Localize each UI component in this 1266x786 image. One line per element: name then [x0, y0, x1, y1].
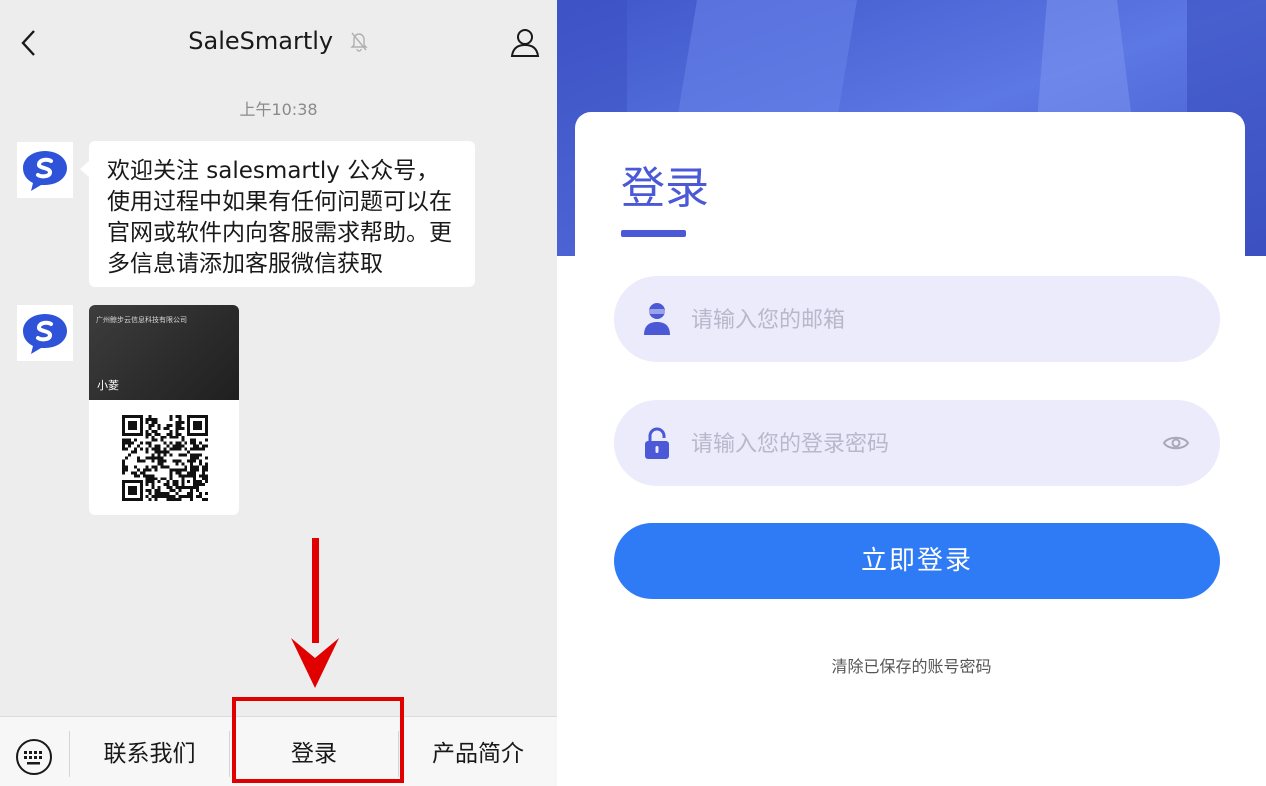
menu-product-intro[interactable]: 产品简介	[399, 726, 557, 782]
red-highlight-box	[232, 697, 404, 783]
contact-card-company: 广州鲸步云信息科技有限公司	[96, 316, 187, 324]
title-underline	[621, 230, 686, 237]
mute-bell-icon	[350, 32, 368, 52]
clear-saved-credentials-link[interactable]: 清除已保存的账号密码	[557, 653, 1266, 677]
salesmartly-logo-icon	[23, 314, 67, 354]
chat-title-bar: SaleSmartly	[0, 26, 557, 55]
login-submit-button[interactable]: 立即登录	[614, 523, 1220, 599]
wechat-chat-panel: SaleSmartly 上午10:38 欢迎关注 salesmartly 公众号…	[0, 0, 557, 786]
qr-code-icon	[122, 415, 208, 501]
official-account-avatar[interactable]	[17, 142, 73, 198]
keyboard-icon[interactable]	[14, 737, 54, 777]
official-account-avatar[interactable]	[17, 305, 73, 361]
menu-contact-us[interactable]: 联系我们	[70, 726, 229, 782]
chat-title: SaleSmartly	[188, 27, 334, 55]
profile-icon[interactable]	[509, 26, 541, 58]
password-field[interactable]	[614, 400, 1220, 486]
welcome-message-bubble: 欢迎关注 salesmartly 公众号，使用过程中如果有任何问题可以在官网或软…	[80, 141, 475, 287]
user-icon	[644, 303, 670, 335]
eye-icon[interactable]	[1162, 432, 1190, 454]
contact-card-header: 广州鲸步云信息科技有限公司 小菱	[89, 305, 239, 400]
contact-card-name: 小菱	[97, 379, 119, 392]
salesmartly-logo-icon	[23, 151, 67, 191]
email-field[interactable]	[614, 276, 1220, 362]
email-input[interactable]	[689, 296, 1153, 344]
contact-card-message[interactable]: 广州鲸步云信息科技有限公司 小菱	[89, 305, 239, 515]
password-input[interactable]	[689, 420, 1153, 468]
login-title: 登录	[621, 163, 709, 214]
red-arrow-annotation	[291, 538, 339, 688]
message-timestamp: 上午10:38	[239, 100, 318, 119]
lock-icon	[645, 427, 669, 459]
login-page-panel: 登录 立即登录 清除已保存的账号密码	[557, 0, 1266, 786]
